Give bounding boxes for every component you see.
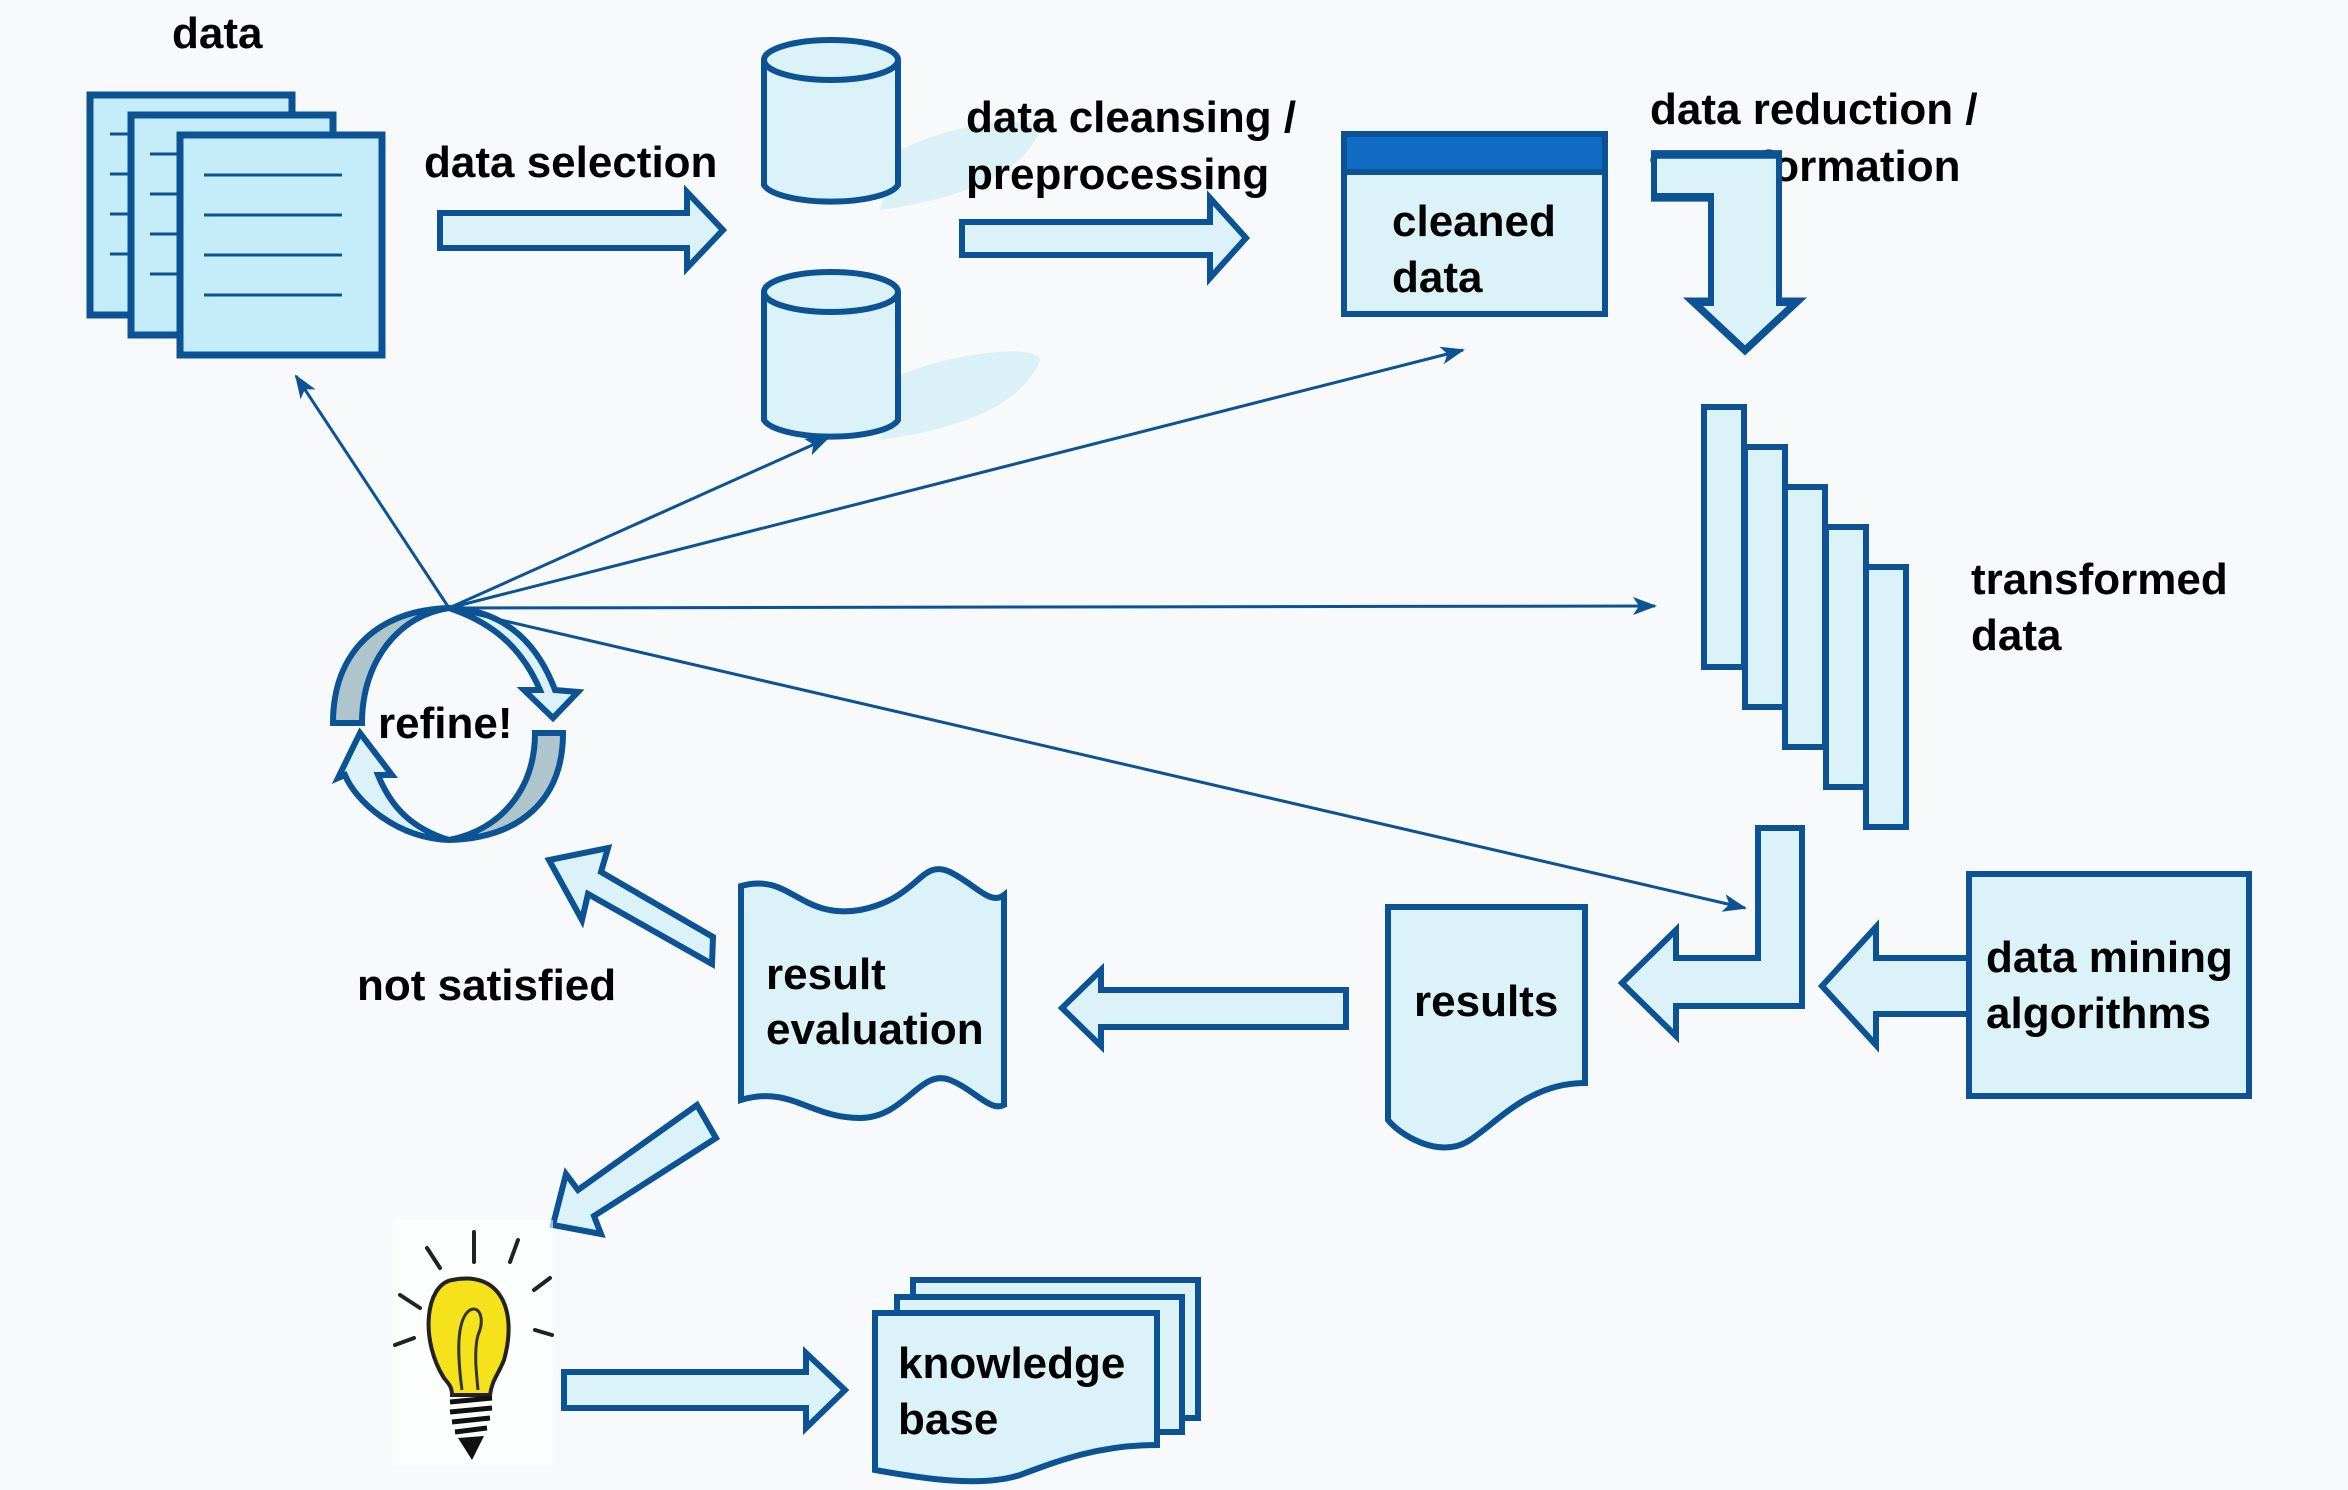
- evaluation-to-insight-arrow: [549, 1100, 721, 1238]
- data-cleansing-line1: data cleansing /: [966, 93, 1296, 142]
- results-label: results: [1414, 977, 1558, 1026]
- data-cleansing-arrow: [959, 190, 1251, 286]
- data-reduction-line1: data reduction /: [1650, 85, 1978, 134]
- data-label: data: [172, 9, 263, 58]
- transformed-to-results-arrow: [1617, 825, 1805, 1044]
- transformed-data-line1: transformed: [1971, 555, 2228, 604]
- not-satisfied-label: not satisfied: [357, 961, 616, 1010]
- results-document: [1385, 904, 1588, 1151]
- refresh-cycle-icon: refine!: [329, 605, 585, 843]
- lightbulb-icon: [393, 1220, 554, 1465]
- results-to-evaluation-arrow: [1057, 962, 1349, 1054]
- data-selection-label: data selection: [424, 138, 717, 187]
- transformed-data-label: transformed data: [1971, 555, 2240, 660]
- cleaned-data-box: cleaned data: [1341, 131, 1608, 317]
- result-evaluation-line2: evaluation: [766, 1005, 984, 1054]
- not-satisfied-arrow: [544, 844, 717, 970]
- data-reduction-arrow: [1651, 150, 1808, 356]
- cleaned-data-line1: cleaned: [1392, 197, 1556, 246]
- refine-label: refine!: [378, 699, 512, 748]
- knowledge-base-line2: base: [898, 1395, 998, 1444]
- transformed-data-line2: data: [1971, 611, 2062, 660]
- data-cleansing-line2: preprocessing: [966, 150, 1269, 199]
- feedback-to-data-mining: [448, 606, 1747, 912]
- data-mining-arrow: [1817, 919, 1972, 1053]
- data-selection-arrow: [437, 184, 728, 276]
- data-mining-box: [1966, 871, 2252, 1099]
- document-stack-icon: [86, 91, 386, 359]
- knowledge-base-stack: knowledge base: [872, 1277, 1201, 1485]
- knowledge-base-line1: knowledge: [898, 1339, 1125, 1388]
- database-icon: [761, 269, 1040, 440]
- feedback-to-target-data: [448, 436, 830, 610]
- result-evaluation-line1: result: [766, 950, 886, 999]
- data-mining-line2: algorithms: [1986, 989, 2211, 1038]
- data-mining-line1: data mining: [1986, 933, 2233, 982]
- kdd-process-diagram: data data selection data cleansing / pre…: [86, 9, 2252, 1485]
- cleaned-data-line2: data: [1392, 253, 1483, 302]
- feedback-to-transformed-data: [448, 597, 1657, 616]
- feedback-to-data: [294, 374, 451, 609]
- transformed-data-stack: [1701, 404, 1909, 830]
- insight-to-knowledge-arrow: [561, 1346, 850, 1436]
